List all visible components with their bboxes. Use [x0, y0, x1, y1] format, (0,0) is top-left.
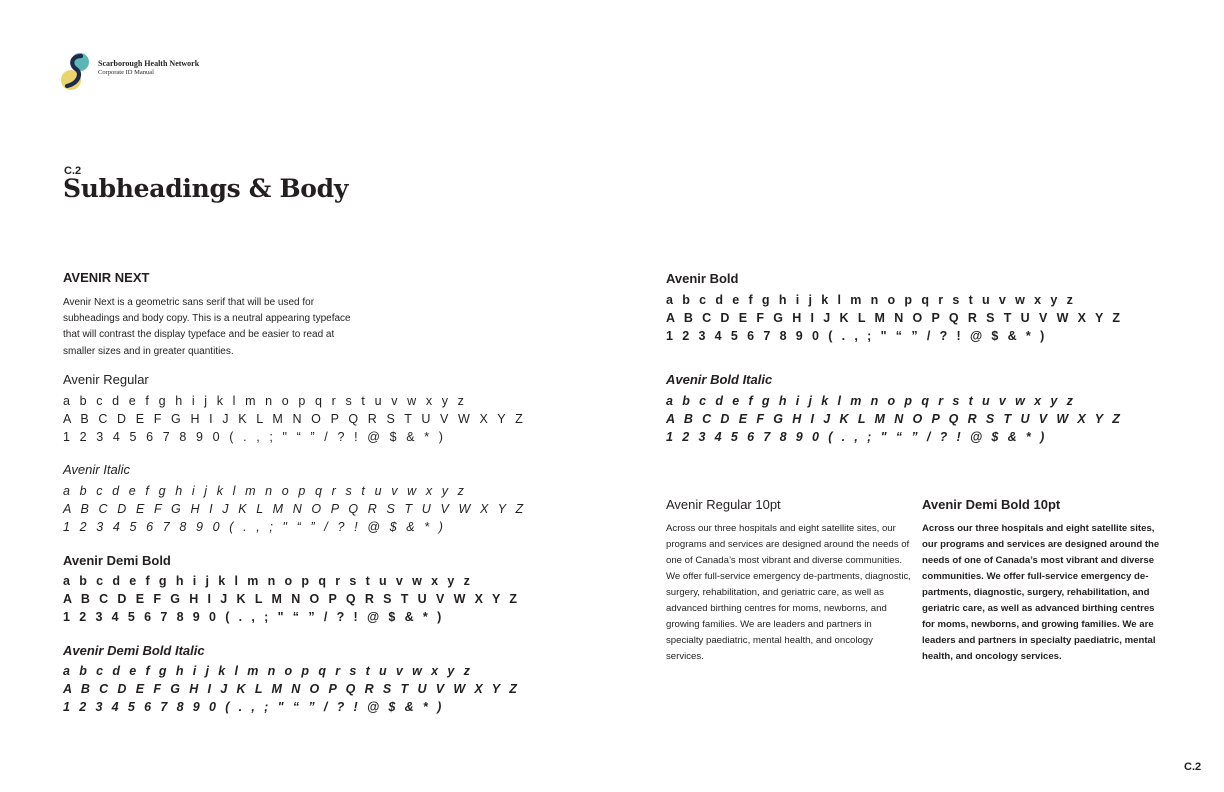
specimen-demi-bold-glyphs: a b c d e f g h i j k l m n o p q r s t …	[63, 572, 520, 626]
specimen-bold-italic-glyphs: a b c d e f g h i j k l m n o p q r s t …	[666, 392, 1123, 446]
sample-label-demi-bold: Avenir Demi Bold 10pt	[922, 497, 1061, 512]
specimen-uppercase: A B C D E F G H I J K L M N O P Q R S T …	[666, 311, 1123, 325]
specimen-uppercase: A B C D E F G H I J K L M N O P Q R S T …	[63, 682, 520, 696]
sample-label-regular: Avenir Regular 10pt	[666, 497, 781, 512]
specimen-lowercase: a b c d e f g h i j k l m n o p q r s t …	[666, 394, 1076, 408]
specimen-demi-bold-italic-glyphs: a b c d e f g h i j k l m n o p q r s t …	[63, 662, 520, 716]
typeface-heading: AVENIR NEXT	[63, 270, 150, 285]
typeface-description: Avenir Next is a geometric sans serif th…	[63, 297, 351, 357]
specimen-label-bold: Avenir Bold	[666, 271, 739, 286]
specimen-label-regular: Avenir Regular	[63, 372, 149, 387]
specimen-label-italic: Avenir Italic	[63, 462, 130, 477]
org-name: Scarborough Health Network	[98, 59, 200, 68]
specimen-numerals: 1 2 3 4 5 6 7 8 9 0 ( . , ; " “ ” / ? ! …	[63, 430, 447, 444]
specimen-lowercase: a b c d e f g h i j k l m n o p q r s t …	[666, 293, 1076, 307]
specimen-label-demi-bold: Avenir Demi Bold	[63, 553, 171, 568]
specimen-numerals: 1 2 3 4 5 6 7 8 9 0 ( . , ; " “ ” / ? ! …	[63, 520, 447, 534]
specimen-uppercase: A B C D E F G H I J K L M N O P Q R S T …	[63, 592, 520, 606]
specimen-italic-glyphs: a b c d e f g h i j k l m n o p q r s t …	[63, 482, 526, 536]
specimen-numerals: 1 2 3 4 5 6 7 8 9 0 ( . , ; " “ ” / ? ! …	[666, 329, 1048, 343]
page-number: C.2	[1184, 761, 1202, 773]
specimen-numerals: 1 2 3 4 5 6 7 8 9 0 ( . , ; " “ ” / ? ! …	[63, 700, 445, 714]
specimen-numerals: 1 2 3 4 5 6 7 8 9 0 ( . , ; " “ ” / ? ! …	[63, 610, 445, 624]
specimen-lowercase: a b c d e f g h i j k l m n o p q r s t …	[63, 574, 473, 588]
page-title: Subheadings & Body	[63, 174, 349, 203]
specimen-label-demi-bold-italic: Avenir Demi Bold Italic	[63, 643, 205, 658]
specimen-uppercase: A B C D E F G H I J K L M N O P Q R S T …	[63, 412, 526, 426]
specimen-lowercase: a b c d e f g h i j k l m n o p q r s t …	[63, 484, 468, 498]
specimen-uppercase: A B C D E F G H I J K L M N O P Q R S T …	[63, 502, 527, 516]
sample-text-regular: Across our three hospitals and eight sat…	[666, 523, 911, 662]
specimen-numerals: 1 2 3 4 5 6 7 8 9 0 ( . , ; " “ ” / ? ! …	[666, 430, 1048, 444]
specimen-bold-glyphs: a b c d e f g h i j k l m n o p q r s t …	[666, 291, 1123, 345]
specimen-lowercase: a b c d e f g h i j k l m n o p q r s t …	[63, 664, 473, 678]
specimen-label-bold-italic: Avenir Bold Italic	[666, 372, 773, 387]
sample-text-demi-bold: Across our three hospitals and eight sat…	[922, 523, 1160, 662]
specimen-lowercase: a b c d e f g h i j k l m n o p q r s t …	[63, 394, 468, 408]
shn-logo	[61, 53, 89, 90]
org-subtitle: Corporate ID Manual	[98, 69, 154, 76]
specimen-uppercase: A B C D E F G H I J K L M N O P Q R S T …	[666, 412, 1123, 426]
specimen-regular-glyphs: a b c d e f g h i j k l m n o p q r s t …	[63, 392, 526, 446]
